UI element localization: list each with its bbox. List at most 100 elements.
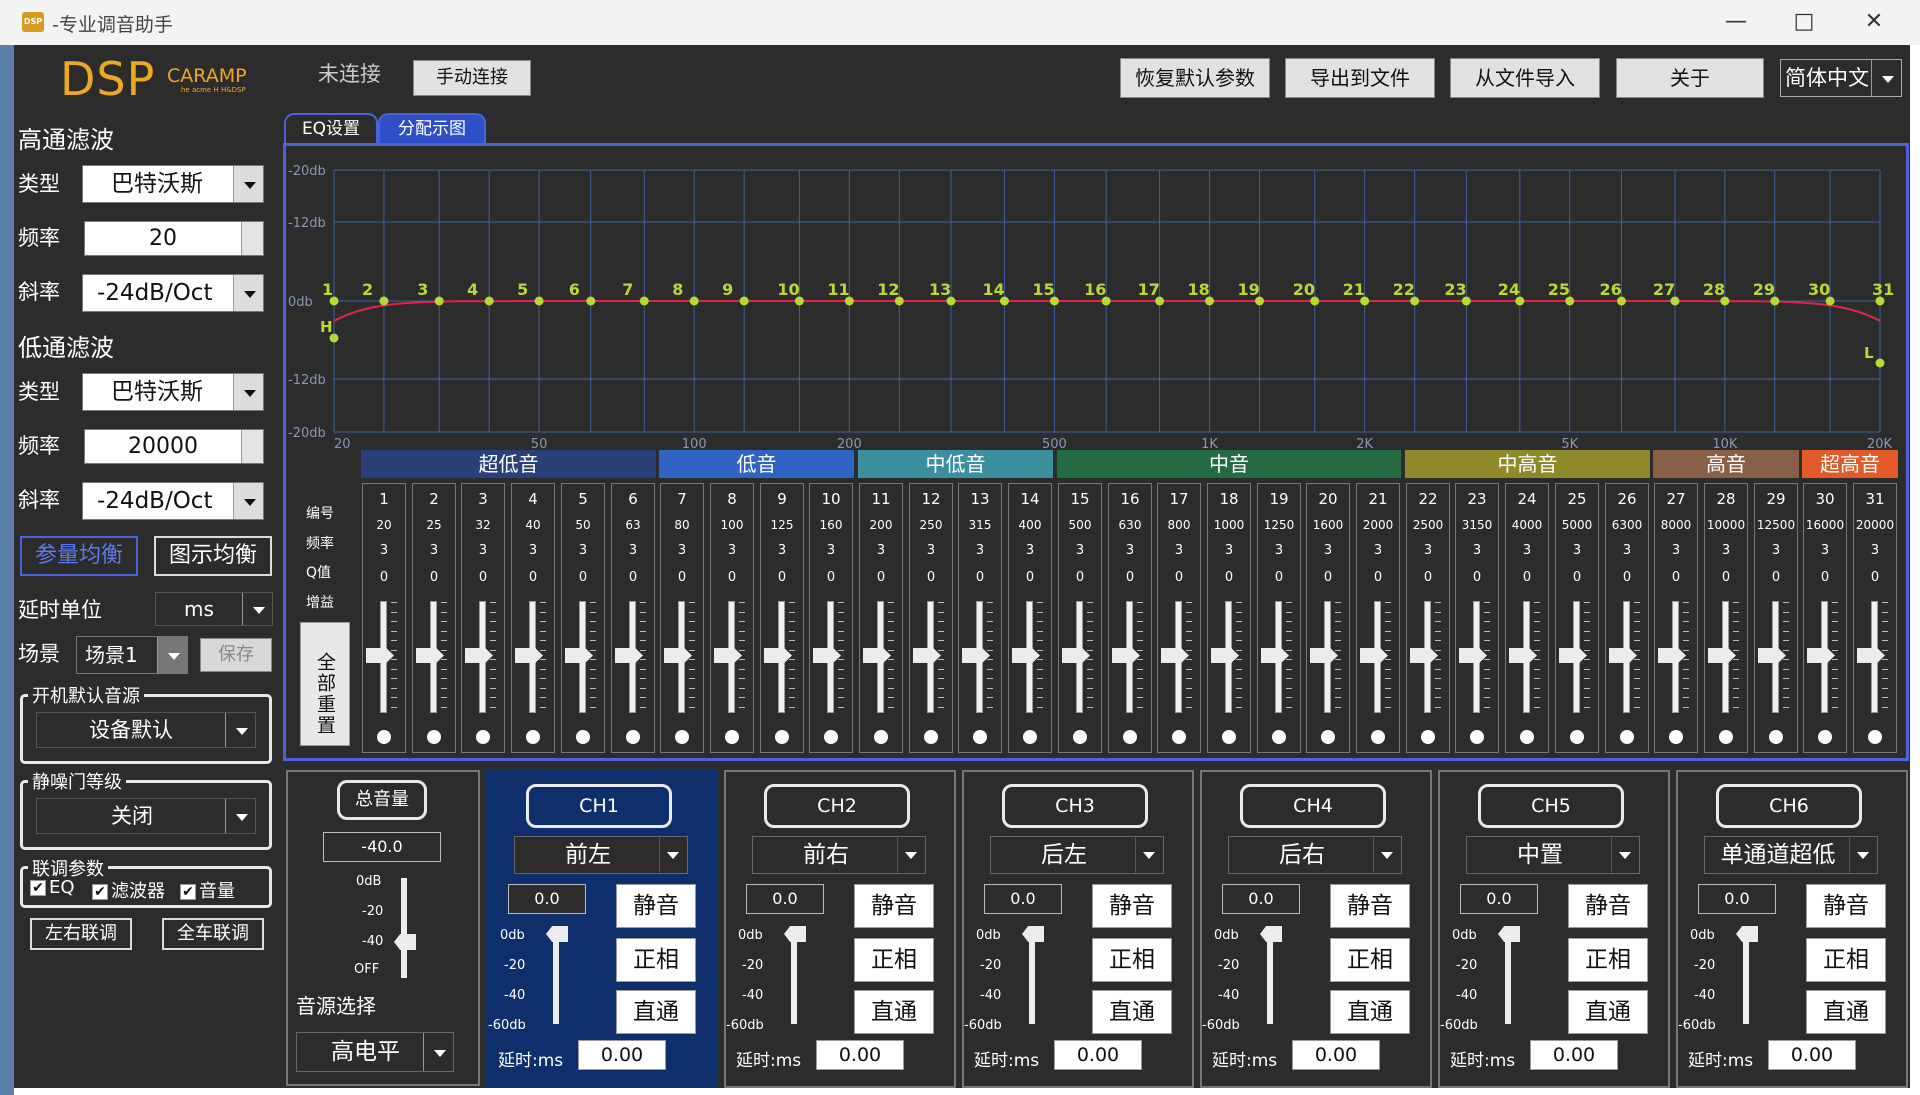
channel-5-position-select[interactable]: 中置 <box>1466 836 1640 874</box>
channel-4-bypass-button[interactable]: 直通 <box>1330 990 1410 1034</box>
eq-band-enable-dot[interactable] <box>377 730 391 744</box>
channel-6-bypass-button[interactable]: 直通 <box>1806 990 1886 1034</box>
eq-band-enable-dot[interactable] <box>1470 730 1484 744</box>
lpf-freq-input[interactable]: 20000 <box>84 429 264 464</box>
eq-band-enable-dot[interactable] <box>1620 730 1634 744</box>
master-volume-slider[interactable] <box>401 878 407 978</box>
eq-band-thumb[interactable] <box>416 648 444 663</box>
spin-down-icon[interactable] <box>241 446 263 463</box>
eq-band-enable-dot[interactable] <box>1272 730 1286 744</box>
close-icon[interactable]: ✕ <box>1848 6 1900 38</box>
eq-band-thumb[interactable] <box>1161 648 1189 663</box>
link-eq-checkbox[interactable]: ✔ EQ <box>30 877 75 898</box>
eq-band-enable-dot[interactable] <box>1023 730 1037 744</box>
eq-band-enable-dot[interactable] <box>874 730 888 744</box>
channel-5-delay-input[interactable]: 0.00 <box>1530 1040 1618 1070</box>
channel-1-button[interactable]: CH1 <box>526 784 672 828</box>
channel-4-button[interactable]: CH4 <box>1240 784 1386 828</box>
channel-2-bypass-button[interactable]: 直通 <box>854 990 934 1034</box>
chevron-down-icon[interactable] <box>225 713 255 747</box>
tab-distribution[interactable]: 分配示图 <box>378 113 486 143</box>
eq-band-enable-dot[interactable] <box>1321 730 1335 744</box>
eq-band-enable-dot[interactable] <box>1570 730 1584 744</box>
lpf-handle[interactable] <box>1875 358 1885 368</box>
channel-2-button[interactable]: CH2 <box>764 784 910 828</box>
channel-4-volume-slider[interactable] <box>1267 932 1273 1024</box>
delay-unit-select[interactable]: ms <box>155 592 273 626</box>
eq-band-enable-dot[interactable] <box>1172 730 1186 744</box>
eq-band-thumb[interactable] <box>714 648 742 663</box>
eq-band-thumb[interactable] <box>813 648 841 663</box>
eq-band-thumb[interactable] <box>664 648 692 663</box>
channel-2-position-select[interactable]: 前右 <box>752 836 926 874</box>
restore-defaults-button[interactable]: 恢复默认参数 <box>1120 58 1270 98</box>
channel-3-volume-thumb[interactable] <box>1022 926 1044 942</box>
eq-band-thumb[interactable] <box>465 648 493 663</box>
channel-6-delay-input[interactable]: 0.00 <box>1768 1040 1856 1070</box>
chevron-down-icon[interactable] <box>233 483 263 519</box>
channel-6-volume-slider[interactable] <box>1743 932 1749 1024</box>
channel-6-volume-thumb[interactable] <box>1736 926 1758 942</box>
eq-band-thumb[interactable] <box>515 648 543 663</box>
chevron-down-icon[interactable] <box>225 799 255 833</box>
channel-1-phase-button[interactable]: 正相 <box>616 938 696 982</box>
eq-band-enable-dot[interactable] <box>775 730 789 744</box>
eq-band-enable-dot[interactable] <box>1719 730 1733 744</box>
chevron-down-icon[interactable] <box>1871 60 1901 96</box>
channel-5-bypass-button[interactable]: 直通 <box>1568 990 1648 1034</box>
eq-band-thumb[interactable] <box>962 648 990 663</box>
eq-band-enable-dot[interactable] <box>1073 730 1087 744</box>
eq-band-enable-dot[interactable] <box>1421 730 1435 744</box>
link-filter-checkbox[interactable]: ✔ 滤波器 <box>92 877 165 903</box>
eq-band-thumb[interactable] <box>1310 648 1338 663</box>
channel-1-volume-slider[interactable] <box>553 932 559 1024</box>
eq-band-thumb[interactable] <box>1807 648 1835 663</box>
channel-4-phase-button[interactable]: 正相 <box>1330 938 1410 982</box>
channel-3-volume-slider[interactable] <box>1029 932 1035 1024</box>
eq-band-thumb[interactable] <box>1758 648 1786 663</box>
channel-4-position-select[interactable]: 后右 <box>1228 836 1402 874</box>
scene-select[interactable]: 场景1 <box>76 636 188 674</box>
eq-band-marker[interactable] <box>484 296 494 306</box>
eq-band-enable-dot[interactable] <box>626 730 640 744</box>
eq-band-marker[interactable] <box>434 296 444 306</box>
chevron-down-icon[interactable] <box>233 275 263 311</box>
eq-band-enable-dot[interactable] <box>675 730 689 744</box>
channel-1-bypass-button[interactable]: 直通 <box>616 990 696 1034</box>
eq-band-enable-dot[interactable] <box>1669 730 1683 744</box>
eq-band-marker[interactable] <box>689 296 699 306</box>
channel-1-position-select[interactable]: 前左 <box>514 836 688 874</box>
export-file-button[interactable]: 导出到文件 <box>1285 58 1435 98</box>
startup-source-select[interactable]: 设备默认 <box>36 712 256 748</box>
eq-band-thumb[interactable] <box>764 648 792 663</box>
channel-4-volume-thumb[interactable] <box>1260 926 1282 942</box>
eq-band-thumb[interactable] <box>1459 648 1487 663</box>
channel-2-phase-button[interactable]: 正相 <box>854 938 934 982</box>
channel-5-volume-slider[interactable] <box>1505 932 1511 1024</box>
eq-band-enable-dot[interactable] <box>1520 730 1534 744</box>
maximize-icon[interactable]: □ <box>1778 6 1830 38</box>
import-file-button[interactable]: 从文件导入 <box>1450 58 1600 98</box>
lpf-slope-select[interactable]: -24dB/Oct <box>82 482 264 520</box>
tab-eq-settings[interactable]: EQ设置 <box>284 113 378 143</box>
master-volume-button[interactable]: 总音量 <box>337 780 427 820</box>
link-volume-checkbox[interactable]: ✔ 音量 <box>180 877 235 903</box>
eq-band-enable-dot[interactable] <box>924 730 938 744</box>
channel-1-delay-input[interactable]: 0.00 <box>578 1040 666 1070</box>
channel-1-volume-thumb[interactable] <box>546 926 568 942</box>
eq-band-thumb[interactable] <box>1509 648 1537 663</box>
eq-band-enable-dot[interactable] <box>476 730 490 744</box>
eq-band-thumb[interactable] <box>1658 648 1686 663</box>
eq-band-thumb[interactable] <box>366 648 394 663</box>
eq-band-thumb[interactable] <box>1211 648 1239 663</box>
eq-band-enable-dot[interactable] <box>1371 730 1385 744</box>
eq-band-enable-dot[interactable] <box>1769 730 1783 744</box>
eq-band-thumb[interactable] <box>1012 648 1040 663</box>
chevron-down-icon[interactable] <box>233 374 263 410</box>
chevron-down-icon[interactable] <box>233 166 263 202</box>
all-link-button[interactable]: 全车联调 <box>162 918 264 950</box>
noise-gate-select[interactable]: 关闭 <box>36 798 256 834</box>
eq-band-enable-dot[interactable] <box>824 730 838 744</box>
eq-band-thumb[interactable] <box>1261 648 1289 663</box>
manual-connect-button[interactable]: 手动连接 <box>413 60 531 96</box>
